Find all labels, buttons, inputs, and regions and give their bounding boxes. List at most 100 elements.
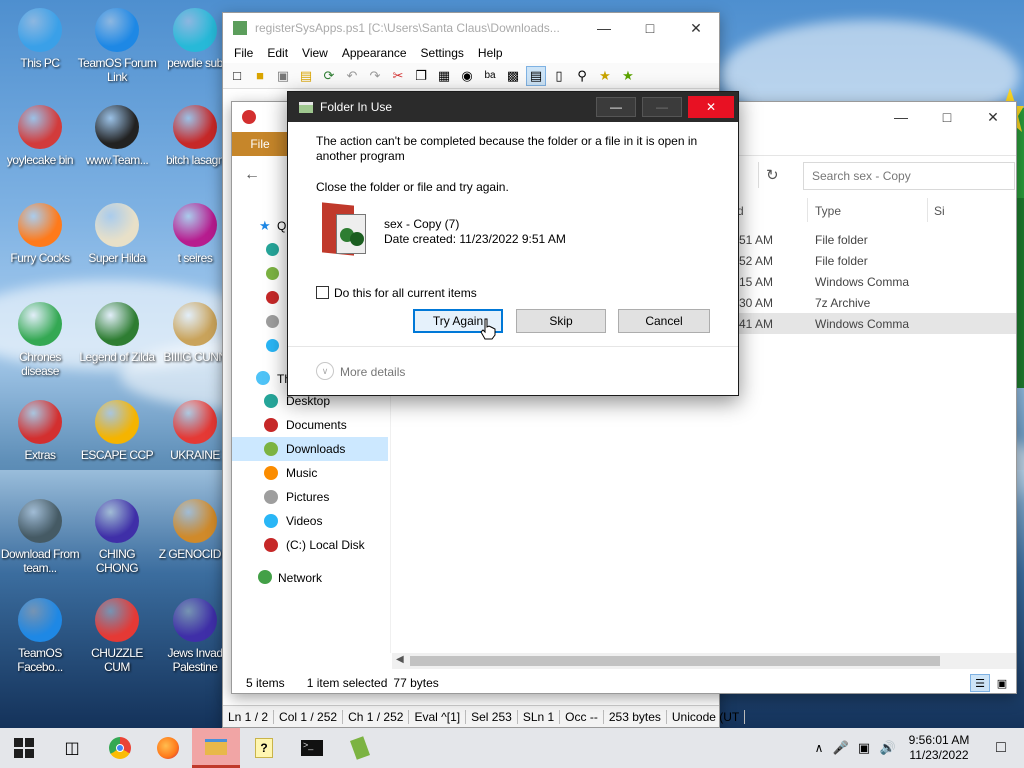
- quick-item-icon[interactable]: [266, 339, 279, 352]
- favorite-icon[interactable]: ★: [595, 66, 615, 86]
- menu-item[interactable]: View: [295, 46, 335, 60]
- minimize-icon[interactable]: —: [581, 13, 627, 43]
- quick-item-icon[interactable]: [266, 315, 279, 328]
- desktop-icon[interactable]: CHUZZLE CUM: [77, 598, 157, 674]
- quick-access-star-icon[interactable]: ★: [259, 218, 271, 234]
- dialog-titlebar[interactable]: Folder In Use — — ✕: [288, 92, 738, 122]
- open-folder-icon[interactable]: ■: [250, 66, 270, 86]
- desktop-icon[interactable]: CHING CHONG: [77, 499, 157, 575]
- replace-icon[interactable]: ba: [480, 66, 500, 86]
- search-input[interactable]: Search sex - Copy: [812, 169, 911, 183]
- taskbar-firefox-icon[interactable]: [144, 728, 192, 768]
- add-favorite-icon[interactable]: ★: [618, 66, 638, 86]
- volume-icon[interactable]: 🔊: [876, 740, 900, 756]
- more-details-link[interactable]: More details: [340, 365, 405, 379]
- cut-icon[interactable]: ✂: [388, 66, 408, 86]
- taskbar-chrome-icon[interactable]: [96, 728, 144, 768]
- desktop-icon[interactable]: Download From team...: [0, 499, 80, 575]
- large-icons-view-icon[interactable]: ▣: [992, 674, 1012, 692]
- find-icon[interactable]: ◉: [457, 66, 477, 86]
- quick-item-icon[interactable]: [266, 291, 279, 304]
- quick-item-icon[interactable]: [266, 243, 279, 256]
- taskbar-help-icon[interactable]: ?: [240, 728, 288, 768]
- column-type-header[interactable]: Type: [815, 204, 841, 218]
- apply-to-all-label[interactable]: Do this for all current items: [334, 286, 477, 300]
- file-tab[interactable]: File: [232, 132, 288, 156]
- maximize-icon[interactable]: □: [627, 13, 673, 43]
- menu-item[interactable]: Edit: [260, 46, 295, 60]
- network-icon[interactable]: [258, 570, 272, 584]
- nav-item[interactable]: (C:) Local Disk: [232, 533, 388, 557]
- taskbar-terminal-icon[interactable]: >_: [288, 728, 336, 768]
- chevron-down-icon[interactable]: ∨: [316, 362, 334, 380]
- microphone-icon[interactable]: 🎤: [830, 740, 852, 756]
- quick-access-label[interactable]: Q: [277, 219, 286, 233]
- new-file-icon[interactable]: □: [227, 66, 247, 86]
- search-box[interactable]: Search sex - Copy: [803, 162, 1015, 190]
- save-all-icon[interactable]: ▤: [296, 66, 316, 86]
- desktop-icon[interactable]: Legend of Zilda: [77, 302, 157, 364]
- this-pc-icon[interactable]: [256, 371, 270, 385]
- menu-item[interactable]: File: [227, 46, 260, 60]
- desktop-icon[interactable]: TeamOS Facebo...: [0, 598, 80, 674]
- nav-item[interactable]: Downloads: [232, 437, 388, 461]
- minimize-icon[interactable]: —: [878, 102, 924, 132]
- show-hidden-icons-icon[interactable]: ∧: [808, 741, 830, 755]
- desktop-icon[interactable]: Furry Cocks: [0, 203, 80, 265]
- copy-icon[interactable]: ❐: [411, 66, 431, 86]
- desktop-icon[interactable]: yoylecake bin: [0, 105, 80, 167]
- scroll-left-icon[interactable]: ◀: [396, 654, 404, 665]
- print-preview-icon[interactable]: ▩: [503, 66, 523, 86]
- cancel-button[interactable]: Cancel: [618, 309, 710, 333]
- scrollbar-thumb[interactable]: [410, 656, 940, 666]
- apply-to-all-checkbox[interactable]: [316, 286, 329, 299]
- undo-icon[interactable]: ↶: [342, 66, 362, 86]
- quick-item-icon[interactable]: [266, 267, 279, 280]
- desktop-icon[interactable]: ESCAPE CCP: [77, 400, 157, 462]
- desktop-icon[interactable]: www.Team...: [77, 105, 157, 167]
- back-arrow-icon[interactable]: ←: [244, 166, 260, 184]
- task-view-icon[interactable]: ◫: [48, 728, 96, 768]
- nav-item[interactable]: Videos: [232, 509, 388, 533]
- zoom-icon[interactable]: ⚲: [572, 66, 592, 86]
- details-view-icon[interactable]: ☰: [970, 674, 990, 692]
- nav-item[interactable]: Music: [232, 461, 388, 485]
- desktop-icon[interactable]: Super Hilda: [77, 203, 157, 265]
- network-status-icon[interactable]: ▣: [852, 740, 876, 756]
- folder-in-use-dialog[interactable]: Folder In Use — — ✕ The action can't be …: [287, 91, 739, 396]
- horizontal-scrollbar[interactable]: ◀: [392, 653, 1016, 669]
- maximize-icon[interactable]: —: [642, 97, 682, 117]
- close-icon[interactable]: ✕: [688, 96, 734, 118]
- close-icon[interactable]: ✕: [673, 13, 719, 43]
- column-size-header[interactable]: Si: [934, 204, 945, 218]
- word-wrap-icon[interactable]: ▤: [526, 65, 546, 86]
- menu-item[interactable]: Appearance: [335, 46, 414, 60]
- taskbar-notepad-icon[interactable]: [336, 728, 384, 768]
- refresh-icon[interactable]: ⟳: [319, 66, 339, 86]
- desktop-icon[interactable]: This PC: [0, 8, 80, 70]
- split-view-icon[interactable]: ▯: [549, 66, 569, 86]
- close-icon[interactable]: ✕: [970, 102, 1016, 132]
- start-button[interactable]: [0, 728, 48, 768]
- explorer-app-icon: [242, 110, 256, 124]
- redo-icon[interactable]: ↷: [365, 66, 385, 86]
- clock[interactable]: 9:56:01 AM 11/23/2022: [900, 733, 978, 763]
- nav-item[interactable]: Documents: [232, 413, 388, 437]
- notification-center-icon[interactable]: □: [978, 739, 1024, 757]
- taskbar-explorer-icon[interactable]: [192, 728, 240, 768]
- refresh-icon[interactable]: ↻: [766, 166, 779, 184]
- desktop-icon[interactable]: Chrones disease: [0, 302, 80, 378]
- desktop-icon[interactable]: TeamOS Forum Link: [77, 8, 157, 84]
- editor-titlebar[interactable]: registerSysApps.ps1 [C:\Users\Santa Clau…: [223, 13, 719, 43]
- paste-icon[interactable]: ▦: [434, 66, 454, 86]
- skip-button[interactable]: Skip: [516, 309, 606, 333]
- dialog-title: Folder In Use: [320, 100, 393, 114]
- desktop-icon[interactable]: Extras: [0, 400, 80, 462]
- menu-item[interactable]: Help: [471, 46, 510, 60]
- maximize-icon[interactable]: □: [924, 102, 970, 132]
- menu-item[interactable]: Settings: [414, 46, 471, 60]
- save-icon[interactable]: ▣: [273, 66, 293, 86]
- nav-item[interactable]: Pictures: [232, 485, 388, 509]
- nav-item-network[interactable]: Network: [278, 571, 322, 585]
- minimize-icon[interactable]: —: [596, 97, 636, 117]
